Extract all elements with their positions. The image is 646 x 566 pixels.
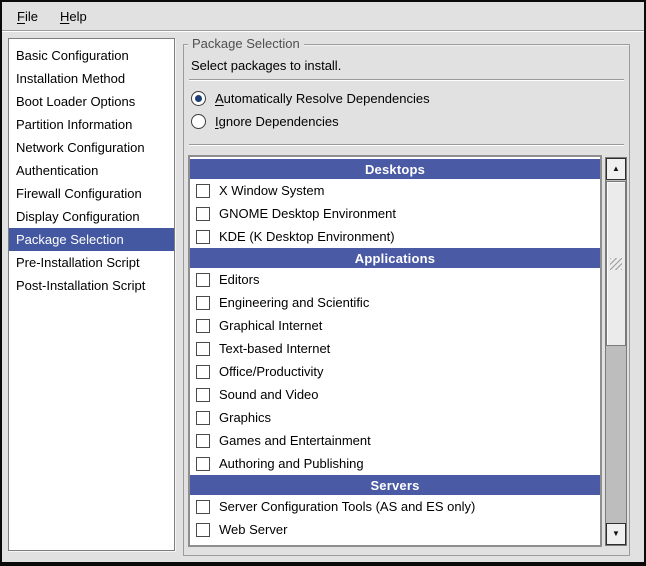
instruction-text: Select packages to install. bbox=[191, 58, 341, 73]
group-header-applications: Applications bbox=[190, 248, 600, 268]
package-label: Games and Entertainment bbox=[219, 433, 371, 448]
package-list: Desktops X Window System GNOME Desktop Env… bbox=[188, 155, 602, 547]
package-label: Graphics bbox=[219, 410, 271, 425]
scroll-up-button[interactable]: ▲ bbox=[606, 158, 626, 180]
checkbox-unchecked[interactable] bbox=[196, 388, 210, 402]
checkbox-unchecked[interactable] bbox=[196, 342, 210, 356]
package-row-graphics[interactable]: Graphics bbox=[190, 406, 600, 429]
package-label: Web Server bbox=[219, 522, 287, 537]
checkbox-unchecked[interactable] bbox=[196, 230, 210, 244]
sidebar-item-basic-configuration[interactable]: Basic Configuration bbox=[9, 44, 174, 67]
package-list-scrollbar[interactable]: ▲ ▼ bbox=[605, 157, 627, 546]
checkbox-unchecked[interactable] bbox=[196, 457, 210, 471]
sidebar-item-firewall-configuration[interactable]: Firewall Configuration bbox=[9, 182, 174, 205]
sidebar-item-installation-method[interactable]: Installation Method bbox=[9, 67, 174, 90]
package-label: Editors bbox=[219, 272, 259, 287]
up-arrow-icon: ▲ bbox=[612, 165, 620, 173]
checkbox-unchecked[interactable] bbox=[196, 184, 210, 198]
label: File bbox=[17, 9, 38, 24]
package-row-games-and-entertainment[interactable]: Games and Entertainment bbox=[190, 429, 600, 452]
package-label: X Window System bbox=[219, 183, 324, 198]
scrollbar-thumb[interactable] bbox=[606, 181, 626, 346]
checkbox-unchecked[interactable] bbox=[196, 365, 210, 379]
sidebar-item-package-selection[interactable]: Package Selection bbox=[9, 228, 174, 251]
group-header-desktops: Desktops bbox=[190, 159, 600, 179]
package-row-kde-k-desktop-environment[interactable]: KDE (K Desktop Environment) bbox=[190, 225, 600, 248]
package-row-gnome-desktop-environment[interactable]: GNOME Desktop Environment bbox=[190, 202, 600, 225]
sidebar-item-post-installation-script[interactable]: Post-Installation Script bbox=[9, 274, 174, 297]
sidebar-nav: Basic ConfigurationInstallation MethodBo… bbox=[8, 38, 175, 551]
radio-row-ignore-dependencies[interactable]: Ignore Dependencies bbox=[191, 110, 619, 133]
sidebar-item-network-configuration[interactable]: Network Configuration bbox=[9, 136, 174, 159]
sidebar-item-boot-loader-options[interactable]: Boot Loader Options bbox=[9, 90, 174, 113]
label: Ignore Dependencies bbox=[215, 114, 339, 129]
package-label: Engineering and Scientific bbox=[219, 295, 369, 310]
package-label: Server Configuration Tools (AS and ES on… bbox=[219, 499, 475, 514]
menubar: File Help bbox=[2, 2, 644, 31]
package-row-web-server[interactable]: Web Server bbox=[190, 518, 600, 541]
checkbox-unchecked[interactable] bbox=[196, 500, 210, 514]
package-row-server-configuration-tools-as-and-es-only[interactable]: Server Configuration Tools (AS and ES on… bbox=[190, 495, 600, 518]
separator bbox=[189, 144, 624, 146]
thumb-grip-icon bbox=[610, 258, 622, 270]
sidebar-item-partition-information[interactable]: Partition Information bbox=[9, 113, 174, 136]
menu-help[interactable]: Help bbox=[49, 4, 98, 29]
scroll-down-button[interactable]: ▼ bbox=[606, 523, 626, 545]
radio-selected-icon[interactable] bbox=[191, 91, 206, 106]
checkbox-unchecked[interactable] bbox=[196, 411, 210, 425]
checkbox-unchecked[interactable] bbox=[196, 273, 210, 287]
package-row-authoring-and-publishing[interactable]: Authoring and Publishing bbox=[190, 452, 600, 475]
radio-unselected-icon[interactable] bbox=[191, 114, 206, 129]
checkbox-unchecked[interactable] bbox=[196, 434, 210, 448]
dependency-options: Automatically Resolve Dependencies Ignore… bbox=[191, 87, 619, 133]
package-label: Graphical Internet bbox=[219, 318, 322, 333]
separator bbox=[189, 79, 624, 81]
checkbox-unchecked[interactable] bbox=[196, 207, 210, 221]
down-arrow-icon: ▼ bbox=[612, 530, 620, 538]
package-label: Authoring and Publishing bbox=[219, 456, 364, 471]
menu-file[interactable]: File bbox=[6, 4, 49, 29]
package-label: GNOME Desktop Environment bbox=[219, 206, 396, 221]
label: Automatically Resolve Dependencies bbox=[215, 91, 430, 106]
checkbox-unchecked[interactable] bbox=[196, 296, 210, 310]
sidebar-item-pre-installation-script[interactable]: Pre-Installation Script bbox=[9, 251, 174, 274]
checkbox-unchecked[interactable] bbox=[196, 319, 210, 333]
package-selection-frame: Package Selection Select packages to ins… bbox=[183, 44, 630, 556]
package-row-office-productivity[interactable]: Office/Productivity bbox=[190, 360, 600, 383]
package-row-editors[interactable]: Editors bbox=[190, 268, 600, 291]
sidebar-item-authentication[interactable]: Authentication bbox=[9, 159, 174, 182]
radio-row-automatically-resolve-dependencies[interactable]: Automatically Resolve Dependencies bbox=[191, 87, 619, 110]
package-label: KDE (K Desktop Environment) bbox=[219, 229, 395, 244]
group-header-servers: Servers bbox=[190, 475, 600, 495]
package-label: Sound and Video bbox=[219, 387, 319, 402]
package-label: Text-based Internet bbox=[219, 341, 330, 356]
frame-title: Package Selection bbox=[188, 36, 304, 52]
package-row-x-window-system[interactable]: X Window System bbox=[190, 179, 600, 202]
label: Help bbox=[60, 9, 87, 24]
kickstart-configurator-window: File Help Basic ConfigurationInstallation… bbox=[0, 0, 646, 566]
package-row-graphical-internet[interactable]: Graphical Internet bbox=[190, 314, 600, 337]
checkbox-unchecked[interactable] bbox=[196, 523, 210, 537]
package-row-text-based-internet[interactable]: Text-based Internet bbox=[190, 337, 600, 360]
package-row-engineering-and-scientific[interactable]: Engineering and Scientific bbox=[190, 291, 600, 314]
package-label: Office/Productivity bbox=[219, 364, 324, 379]
sidebar-item-display-configuration[interactable]: Display Configuration bbox=[9, 205, 174, 228]
package-row-sound-and-video[interactable]: Sound and Video bbox=[190, 383, 600, 406]
